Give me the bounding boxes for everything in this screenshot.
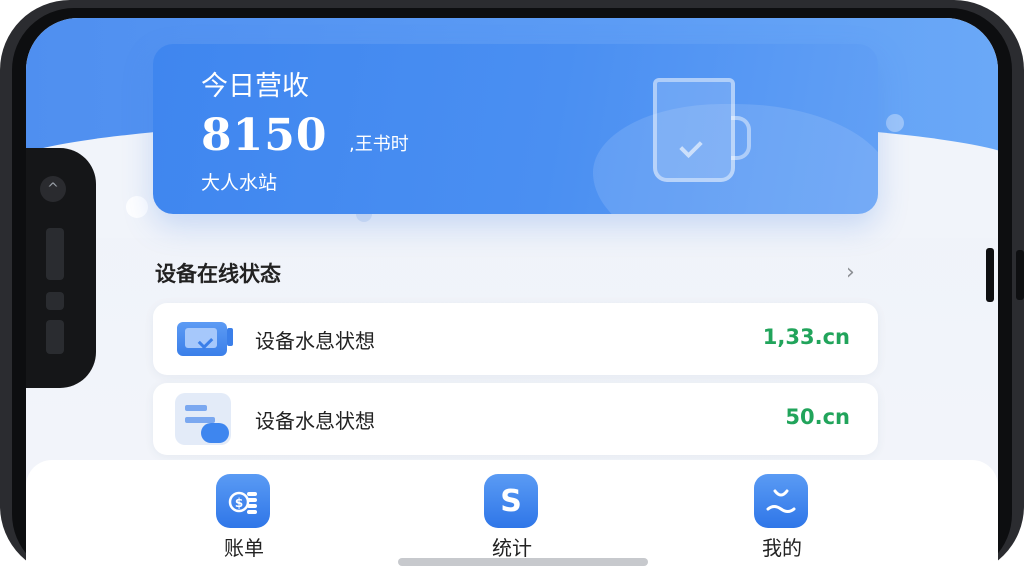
device-row[interactable]: 设备水息状想 50.cn [153,383,878,455]
device-status-title: 设备在线状态 [155,262,281,286]
device-row-value: 50.cn [785,405,850,429]
tab-statistics[interactable]: S 统计 [452,472,572,562]
decor-bubble [886,114,904,132]
chevron-up-icon: ^ [40,176,66,202]
water-cup-handle [731,116,751,160]
monitor-stand [227,328,233,346]
device-row-label: 设备水息状想 [255,329,375,353]
monitor-check-icon [177,322,227,356]
tab-mine-label: 我的 [762,536,802,560]
device-row-label: 设备水息状想 [255,409,375,433]
water-cup-icon [653,78,735,182]
revenue-title: 今日营收 [201,71,309,102]
side-button [1016,250,1024,300]
coin-stack-icon: $ [216,474,270,528]
decor-bubble [126,196,148,218]
device-row[interactable]: 设备水息状想 1,33.cn [153,303,878,375]
device-row-value: 1,33.cn [762,325,850,349]
revenue-card[interactable]: 今日营收 8150 ,王书时 大人水站 [153,44,878,214]
notch-slot [46,292,64,310]
tab-statistics-label: 统计 [492,536,532,560]
svg-text:$: $ [235,496,243,510]
s-logo-icon: S [484,474,538,528]
camera-notch: ^ [26,148,96,388]
tab-bills[interactable]: $ 账单 [184,472,304,562]
station-name: 大人水站 [201,172,278,194]
home-indicator[interactable] [398,558,648,566]
notch-slot [46,320,64,354]
chevron-right-icon[interactable]: › [846,260,855,285]
side-button [986,248,994,302]
tab-bills-label: 账单 [224,536,264,560]
revenue-amount: 8150 [201,110,328,161]
revenue-unit: ,王书时 [349,134,409,155]
control-panel-icon [175,393,231,445]
notch-slot [46,228,64,280]
profile-bag-icon [754,474,808,528]
tab-mine[interactable]: 我的 [722,472,842,562]
